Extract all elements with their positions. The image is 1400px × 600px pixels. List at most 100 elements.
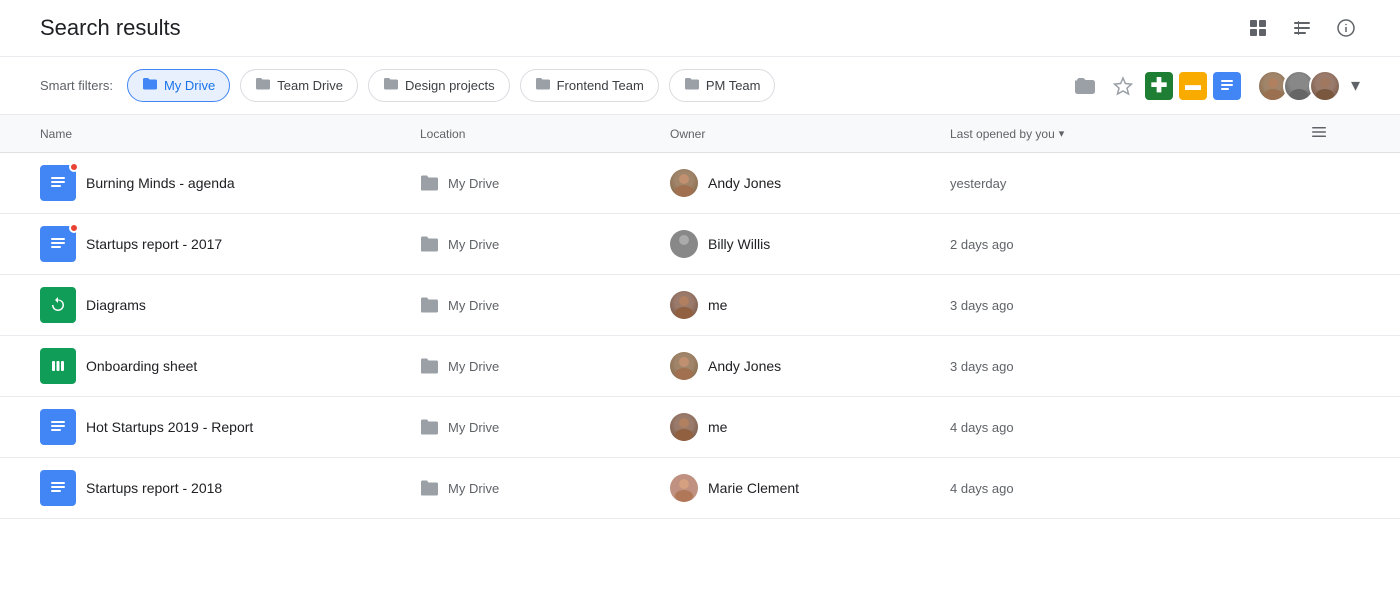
filter-chip-pm-team[interactable]: PM Team [669, 69, 776, 102]
folder-icon-team [255, 76, 271, 95]
cell-last-opened: 3 days ago [950, 347, 1310, 386]
owner-avatar [670, 352, 698, 380]
page-title: Search results [40, 15, 181, 41]
folder-icon [142, 76, 158, 95]
col-name[interactable]: Name [40, 123, 420, 144]
filter-right-icons: ✚ ▬ ▾ [1069, 70, 1360, 102]
table-row[interactable]: Onboarding sheet My Drive Andy Jones 3 d… [0, 336, 1400, 397]
folder-icon-pm [684, 76, 700, 95]
chip-label-design-projects: Design projects [405, 78, 495, 93]
avatar-3[interactable] [1309, 70, 1341, 102]
col-actions [1310, 123, 1360, 144]
cell-owner: Billy Willis [670, 218, 950, 270]
owner-name: Andy Jones [708, 358, 781, 374]
cell-last-opened: 2 days ago [950, 225, 1310, 264]
list-view-icon[interactable] [1288, 14, 1316, 42]
folder-filter-icon[interactable] [1069, 70, 1101, 102]
file-name: Diagrams [86, 297, 146, 313]
col-last-opened[interactable]: Last opened by you ▾ [950, 123, 1310, 144]
header-icons [1244, 14, 1360, 42]
filter-chip-design-projects[interactable]: Design projects [368, 69, 510, 102]
avatars-dropdown-arrow[interactable]: ▾ [1351, 75, 1360, 96]
notification-dot [69, 162, 79, 172]
cell-last-opened: 4 days ago [950, 408, 1310, 447]
file-name: Hot Startups 2019 - Report [86, 419, 253, 435]
cell-owner: Andy Jones [670, 340, 950, 392]
file-name: Burning Minds - agenda [86, 175, 235, 191]
filters-bar: Smart filters: My Drive Team Drive Desig… [0, 57, 1400, 115]
cell-name: Startups report - 2017 [40, 214, 420, 274]
cell-location: My Drive [420, 284, 670, 326]
filter-chip-team-drive[interactable]: Team Drive [240, 69, 358, 102]
last-opened-value: 4 days ago [950, 481, 1014, 496]
owner-name: Marie Clement [708, 480, 799, 496]
folder-icon-design [383, 76, 399, 95]
filter-chip-my-drive[interactable]: My Drive [127, 69, 230, 102]
sheets-icon [40, 287, 76, 323]
cell-location: My Drive [420, 406, 670, 448]
blue-doc-icon[interactable] [1213, 72, 1241, 100]
cell-owner: Andy Jones [670, 157, 950, 209]
location-label: My Drive [448, 481, 499, 496]
chip-label-frontend-team: Frontend Team [557, 78, 644, 93]
last-opened-value: 3 days ago [950, 298, 1014, 313]
owner-avatar [670, 291, 698, 319]
last-opened-value: yesterday [950, 176, 1006, 191]
smart-filters-label: Smart filters: [40, 78, 113, 93]
grid-view-icon[interactable] [1244, 14, 1272, 42]
table-row[interactable]: Startups report - 2017 My Drive Billy Wi… [0, 214, 1400, 275]
doc-icon [40, 470, 76, 506]
sort-arrow-icon: ▾ [1059, 127, 1065, 140]
cell-location: My Drive [420, 162, 670, 204]
cell-owner: me [670, 279, 950, 331]
last-opened-value: 4 days ago [950, 420, 1014, 435]
doc-icon [40, 409, 76, 445]
notification-dot [69, 223, 79, 233]
info-icon[interactable] [1332, 14, 1360, 42]
location-label: My Drive [448, 420, 499, 435]
location-label: My Drive [448, 359, 499, 374]
col-location[interactable]: Location [420, 123, 670, 144]
cell-location: My Drive [420, 223, 670, 265]
header: Search results [0, 0, 1400, 57]
owner-avatar [670, 230, 698, 258]
cell-last-opened: yesterday [950, 164, 1310, 203]
chip-label-my-drive: My Drive [164, 78, 215, 93]
cell-name: Onboarding sheet [40, 336, 420, 396]
owner-name: me [708, 419, 727, 435]
file-name: Startups report - 2017 [86, 236, 222, 252]
table-row[interactable]: Burning Minds - agenda My Drive Andy Jon… [0, 153, 1400, 214]
location-label: My Drive [448, 176, 499, 191]
chip-label-team-drive: Team Drive [277, 78, 343, 93]
table-row[interactable]: Hot Startups 2019 - Report My Drive me 4… [0, 397, 1400, 458]
cell-location: My Drive [420, 345, 670, 387]
owner-name: me [708, 297, 727, 313]
green-plus-icon[interactable]: ✚ [1145, 72, 1173, 100]
cell-location: My Drive [420, 467, 670, 509]
location-label: My Drive [448, 237, 499, 252]
cell-last-opened: 3 days ago [950, 286, 1310, 325]
file-name: Onboarding sheet [86, 358, 197, 374]
file-icon-wrapper [40, 165, 76, 201]
cell-last-opened: 4 days ago [950, 469, 1310, 508]
cell-name: Burning Minds - agenda [40, 153, 420, 213]
col-owner[interactable]: Owner [670, 123, 950, 144]
table-row[interactable]: Startups report - 2018 My Drive Marie Cl… [0, 458, 1400, 519]
table-area: Name Location Owner Last opened by you ▾ [0, 115, 1400, 519]
file-name: Startups report - 2018 [86, 480, 222, 496]
avatars-group [1257, 70, 1341, 102]
location-label: My Drive [448, 298, 499, 313]
owner-avatar [670, 169, 698, 197]
owner-name: Billy Willis [708, 236, 770, 252]
file-icon-wrapper [40, 226, 76, 262]
cell-owner: Marie Clement [670, 462, 950, 514]
cell-name: Hot Startups 2019 - Report [40, 397, 420, 457]
folder-icon-frontend [535, 76, 551, 95]
star-filter-icon[interactable] [1107, 70, 1139, 102]
yellow-slides-icon[interactable]: ▬ [1179, 72, 1207, 100]
filter-chip-frontend-team[interactable]: Frontend Team [520, 69, 659, 102]
sheets-icon [40, 348, 76, 384]
table-row[interactable]: Diagrams My Drive me 3 days ago [0, 275, 1400, 336]
cell-owner: me [670, 401, 950, 453]
column-options-icon[interactable] [1310, 123, 1328, 144]
